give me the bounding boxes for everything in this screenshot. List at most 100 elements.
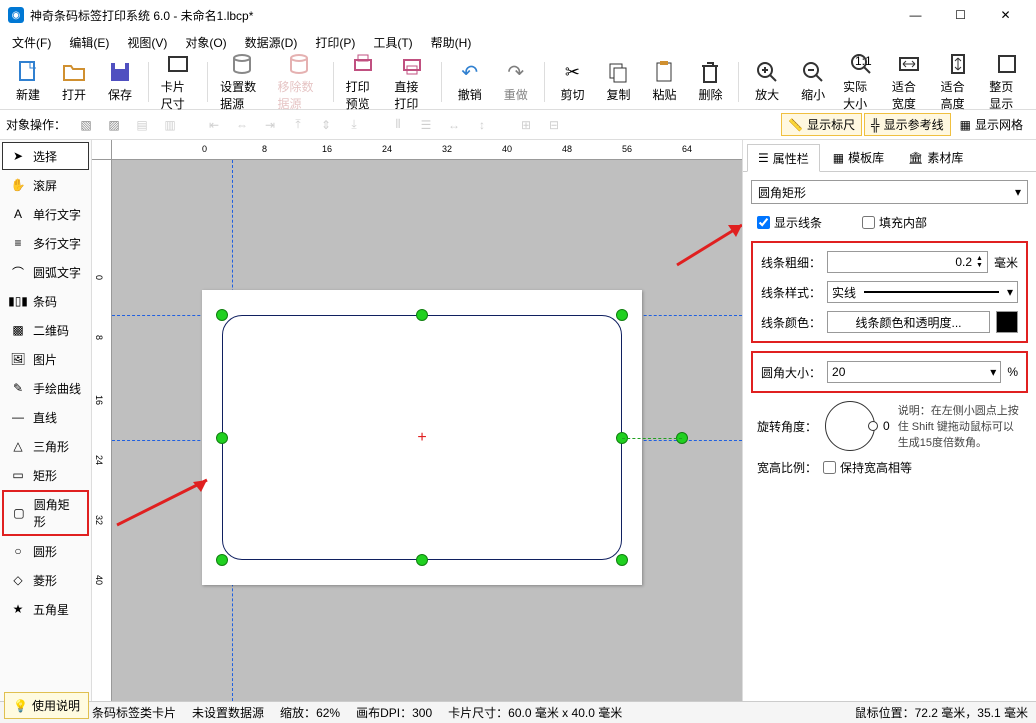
keep-ratio-checkbox[interactable]: 保持宽高相等 — [823, 459, 912, 476]
save-button[interactable]: 保存 — [98, 58, 142, 105]
tool-triangle[interactable]: △三角形 — [2, 432, 89, 460]
canvas-paper[interactable]: + — [202, 290, 642, 585]
line-width-unit: 毫米 — [994, 254, 1018, 271]
group-icon[interactable]: ⊞ — [514, 113, 538, 137]
ruler-vertical[interactable]: 0 8 16 24 32 40 — [92, 160, 112, 701]
undo-button[interactable]: ↶撤销 — [448, 58, 492, 105]
tool-barcode[interactable]: ▮▯▮条码 — [2, 287, 89, 315]
spinner-icon[interactable]: ▲▼ — [976, 255, 983, 269]
shape-type-combo[interactable]: 圆角矩形▾ — [751, 180, 1028, 204]
tool-rectangle[interactable]: ▭矩形 — [2, 461, 89, 489]
handle-se[interactable] — [616, 554, 628, 566]
minimize-button[interactable]: ― — [893, 0, 938, 30]
layer-back-icon[interactable]: ▨ — [102, 113, 126, 137]
zoom-in-button[interactable]: 放大 — [745, 58, 789, 105]
tool-rounded-rect[interactable]: ▢圆角矩形 — [2, 490, 89, 536]
annotation-arrow-1 — [112, 470, 222, 530]
tool-star[interactable]: ★五角星 — [2, 595, 89, 623]
handle-s[interactable] — [416, 554, 428, 566]
tool-arc-text[interactable]: ⌒圆弧文字 — [2, 258, 89, 286]
cardsize-button[interactable]: 卡片尺寸 — [155, 50, 202, 114]
layer-down-icon[interactable]: ▥ — [158, 113, 182, 137]
fill-inside-checkbox[interactable]: 填充内部 — [862, 214, 927, 231]
ratio-label: 宽高比例： — [757, 459, 817, 476]
align-center-h-icon[interactable]: ⇔ — [230, 113, 254, 137]
status-bar: 当前卡片类型：条码标签类卡片 未设置数据源 缩放：62% 画布DPI：300 卡… — [0, 701, 1036, 723]
ruler-icon: 📏 — [788, 118, 803, 132]
close-button[interactable]: ✕ — [983, 0, 1028, 30]
tool-freehand[interactable]: ✎手绘曲线 — [2, 374, 89, 402]
align-middle-icon[interactable]: ⇕ — [314, 113, 338, 137]
text-icon: A — [9, 205, 27, 223]
align-bottom-icon[interactable]: ⤓ — [342, 113, 366, 137]
delete-button[interactable]: 删除 — [688, 58, 732, 105]
tab-properties[interactable]: ☰属性栏 — [747, 144, 820, 172]
tool-multi-text[interactable]: ≡多行文字 — [2, 229, 89, 257]
rect-icon: ▭ — [9, 466, 27, 484]
redo-button[interactable]: ↷重做 — [494, 58, 538, 105]
menu-file[interactable]: 文件(F) — [4, 32, 59, 53]
show-ruler-toggle[interactable]: 📏显示标尺 — [781, 113, 862, 136]
cut-button[interactable]: ✂剪切 — [550, 58, 594, 105]
tool-single-text[interactable]: A单行文字 — [2, 200, 89, 228]
print-preview-button[interactable]: 打印预览 — [340, 50, 387, 114]
show-grid-toggle[interactable]: ▦显示网格 — [953, 113, 1030, 136]
handle-n[interactable] — [416, 309, 428, 321]
fit-width-button[interactable]: 适合宽度 — [886, 50, 933, 114]
actual-size-button[interactable]: 1:1实际大小 — [837, 50, 884, 114]
tool-ellipse[interactable]: ○圆形 — [2, 537, 89, 565]
zoom-out-button[interactable]: 缩小 — [791, 58, 835, 105]
layer-front-icon[interactable]: ▧ — [74, 113, 98, 137]
app-icon: ◉ — [8, 7, 24, 23]
handle-nw[interactable] — [216, 309, 228, 321]
same-width-icon[interactable]: ↔ — [442, 113, 466, 137]
tab-templates[interactable]: ▦模板库 — [822, 144, 895, 171]
distribute-v-icon[interactable]: ☰ — [414, 113, 438, 137]
rotate-dial[interactable] — [825, 401, 875, 451]
align-left-icon[interactable]: ⇤ — [202, 113, 226, 137]
new-button[interactable]: 新建 — [6, 58, 50, 105]
line-style-label: 线条样式： — [761, 284, 821, 301]
line-color-button[interactable]: 线条颜色和透明度... — [827, 311, 990, 333]
print-button[interactable]: 直接打印 — [388, 50, 435, 114]
ungroup-icon[interactable]: ⊟ — [542, 113, 566, 137]
ruler-horizontal[interactable]: 0 8 16 24 32 40 48 56 64 — [112, 140, 742, 160]
tab-materials[interactable]: 🏛素材库 — [897, 144, 974, 171]
canvas-area[interactable]: 0 8 16 24 32 40 48 56 64 0 8 16 24 32 40 — [92, 140, 742, 701]
color-swatch[interactable] — [996, 311, 1018, 333]
line-style-select[interactable]: 实线▾ — [827, 281, 1018, 303]
tool-line[interactable]: ―直线 — [2, 403, 89, 431]
property-panel: ☰属性栏 ▦模板库 🏛素材库 圆角矩形▾ 显示线条 填充内部 线条粗细： 0.2… — [742, 140, 1036, 701]
diamond-icon: ◇ — [9, 571, 27, 589]
distribute-h-icon[interactable]: ⫴ — [386, 113, 410, 137]
copy-button[interactable]: 复制 — [596, 58, 640, 105]
center-marker: + — [417, 429, 426, 447]
fit-page-button[interactable]: 整页显示 — [983, 50, 1030, 114]
tool-pan[interactable]: ✋滚屏 — [2, 171, 89, 199]
handle-ne[interactable] — [616, 309, 628, 321]
tool-diamond[interactable]: ◇菱形 — [2, 566, 89, 594]
paste-button[interactable]: 粘贴 — [642, 58, 686, 105]
handle-sw[interactable] — [216, 554, 228, 566]
menu-edit[interactable]: 编辑(E) — [61, 32, 117, 53]
ruler-corner — [92, 140, 112, 160]
tool-image[interactable]: 🖼图片 — [2, 345, 89, 373]
align-top-icon[interactable]: ⤒ — [286, 113, 310, 137]
tool-select[interactable]: ➤选择 — [2, 142, 89, 170]
tool-qrcode[interactable]: ▩二维码 — [2, 316, 89, 344]
set-datasource-button[interactable]: 设置数据源 — [214, 50, 269, 114]
fit-height-button[interactable]: 适合高度 — [935, 50, 982, 114]
show-line-checkbox[interactable]: 显示线条 — [757, 214, 822, 231]
layer-up-icon[interactable]: ▤ — [130, 113, 154, 137]
show-guide-toggle[interactable]: ╬显示参考线 — [864, 113, 951, 136]
corner-size-select[interactable]: 20▾ — [827, 361, 1001, 383]
remove-datasource-button[interactable]: 移除数据源 — [272, 50, 327, 114]
cursor-icon: ➤ — [9, 147, 27, 165]
align-right-icon[interactable]: ⇥ — [258, 113, 282, 137]
help-button[interactable]: 💡使用说明 — [4, 692, 89, 719]
same-height-icon[interactable]: ↕ — [470, 113, 494, 137]
line-width-input[interactable]: 0.2▲▼ — [827, 251, 988, 273]
maximize-button[interactable]: ☐ — [938, 0, 983, 30]
open-button[interactable]: 打开 — [52, 58, 96, 105]
handle-w[interactable] — [216, 432, 228, 444]
